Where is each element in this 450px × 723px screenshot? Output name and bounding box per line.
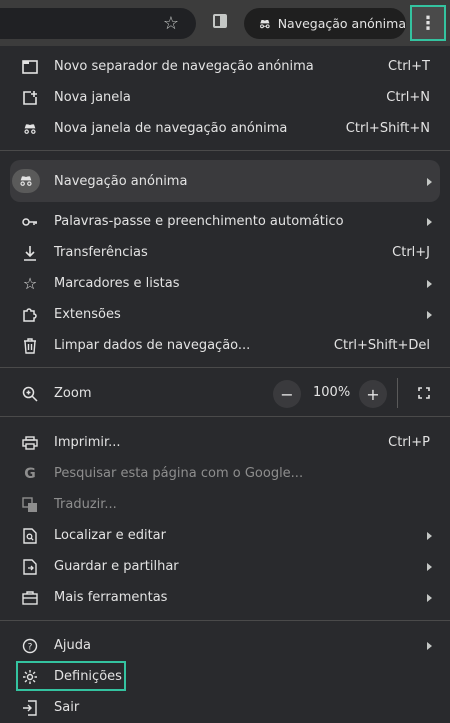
shortcut-label: Ctrl+Shift+N: [345, 121, 430, 136]
menu-item-label: Navegação anónima: [54, 174, 188, 189]
shortcut-label: Ctrl+Shift+Del: [333, 338, 430, 353]
menu-item-passwords[interactable]: Palavras-passe e preenchimento automátic…: [0, 206, 450, 237]
menu-item-help[interactable]: ? Ajuda: [0, 630, 450, 661]
find-icon: [22, 527, 38, 544]
zoom-icon: [22, 386, 38, 402]
fullscreen-button[interactable]: [412, 381, 436, 405]
menu-item-more-tools[interactable]: Mais ferramentas: [0, 582, 450, 613]
menu-item-label: Nova janela de navegação anónima: [54, 121, 288, 136]
incognito-icon: [22, 121, 38, 137]
submenu-arrow-icon: [427, 641, 432, 650]
zoom-level: 100%: [313, 385, 351, 400]
menu-item-bookmarks[interactable]: ☆ Marcadores e listas: [0, 268, 450, 299]
shortcut-label: Ctrl+T: [388, 59, 430, 74]
printer-icon: [22, 435, 38, 451]
submenu-arrow-icon: [427, 593, 432, 602]
zoom-divider: [397, 378, 398, 408]
google-icon: G: [24, 465, 36, 482]
menu-item-label: Guardar e partilhar: [54, 559, 179, 574]
menu-divider: [0, 150, 450, 151]
menu-item-settings[interactable]: Definições: [0, 661, 450, 692]
menu-item-label: Novo separador de navegação anónima: [54, 59, 314, 74]
menu-item-label: Definições: [54, 669, 122, 684]
fullscreen-icon: [418, 387, 430, 399]
menu-kebab-button[interactable]: ⋮: [410, 5, 446, 41]
menu-item-clear-data[interactable]: Limpar dados de navegação... Ctrl+Shift+…: [0, 330, 450, 361]
shortcut-label: Ctrl+P: [388, 435, 430, 450]
incognito-label: Navegação anónima: [277, 16, 406, 31]
menu-item-new-incognito-window[interactable]: Nova janela de navegação anónima Ctrl+Sh…: [0, 113, 450, 144]
submenu-arrow-icon: [427, 279, 432, 288]
bookmark-star-icon[interactable]: ☆: [160, 13, 182, 35]
shortcut-label: Ctrl+N: [386, 90, 430, 105]
menu-item-extensions[interactable]: Extensões: [0, 299, 450, 330]
incognito-icon: [260, 19, 270, 28]
menu-item-label: Mais ferramentas: [54, 590, 168, 605]
toolbox-icon: [22, 590, 38, 606]
new-tab-icon: [22, 59, 38, 75]
puzzle-icon: [22, 307, 38, 323]
menu-item-save-share[interactable]: Guardar e partilhar: [0, 551, 450, 582]
menu-item-search-google: G Pesquisar esta página com o Google...: [0, 458, 450, 489]
menu-item-label: Transferências: [54, 245, 148, 260]
menu-item-label: Extensões: [54, 307, 121, 322]
gear-icon: [22, 669, 38, 685]
menu-item-find-edit[interactable]: Localizar e editar: [0, 520, 450, 551]
menu-item-new-incognito-tab[interactable]: Novo separador de navegação anónima Ctrl…: [0, 51, 450, 82]
trash-icon: [22, 337, 38, 354]
menu-item-label: Zoom: [54, 386, 92, 401]
menu-item-label: Limpar dados de navegação...: [54, 338, 251, 353]
submenu-arrow-icon: [427, 310, 432, 319]
menu-item-translate: Traduzir...: [0, 489, 450, 520]
help-icon: ?: [22, 638, 38, 654]
menu-item-new-window[interactable]: Nova janela Ctrl+N: [0, 82, 450, 113]
menu-item-exit[interactable]: Sair: [0, 692, 450, 723]
incognito-indicator[interactable]: Navegação anónima: [244, 8, 406, 39]
translate-icon: [22, 496, 38, 513]
menu-divider: [0, 620, 450, 621]
menu-item-label: Sair: [54, 700, 80, 715]
submenu-arrow-icon: [427, 562, 432, 571]
new-window-icon: [22, 90, 38, 106]
submenu-arrow-icon: [427, 177, 432, 186]
save-share-icon: [22, 558, 38, 575]
shortcut-label: Ctrl+J: [392, 245, 430, 260]
menu-item-label: Pesquisar esta página com o Google...: [54, 466, 304, 481]
submenu-arrow-icon: [427, 531, 432, 540]
star-icon: ☆: [22, 274, 38, 293]
menu-item-label: Marcadores e listas: [54, 276, 180, 291]
svg-text:?: ?: [28, 642, 33, 652]
menu-item-print[interactable]: Imprimir... Ctrl+P: [0, 427, 450, 458]
menu-divider: [0, 416, 450, 417]
menu-item-label: Traduzir...: [54, 497, 117, 512]
menu-item-incognito-profile[interactable]: Navegação anónima: [0, 166, 450, 197]
menu-item-downloads[interactable]: Transferências Ctrl+J: [0, 237, 450, 268]
side-panel-icon[interactable]: [213, 14, 227, 28]
menu-item-label: Nova janela: [54, 90, 131, 105]
key-icon: [22, 214, 38, 230]
menu-divider: [0, 367, 450, 368]
exit-icon: [22, 699, 38, 716]
menu-item-label: Palavras-passe e preenchimento automátic…: [54, 214, 344, 229]
menu-item-label: Localizar e editar: [54, 528, 166, 543]
submenu-arrow-icon: [427, 217, 432, 226]
zoom-in-button[interactable]: +: [359, 380, 387, 408]
menu-item-label: Imprimir...: [54, 435, 121, 450]
menu-item-label: Ajuda: [54, 638, 91, 653]
browser-toolbar: ☆ Navegação anónima ⋮: [0, 0, 450, 46]
download-icon: [22, 245, 38, 261]
zoom-out-button[interactable]: −: [273, 380, 301, 408]
